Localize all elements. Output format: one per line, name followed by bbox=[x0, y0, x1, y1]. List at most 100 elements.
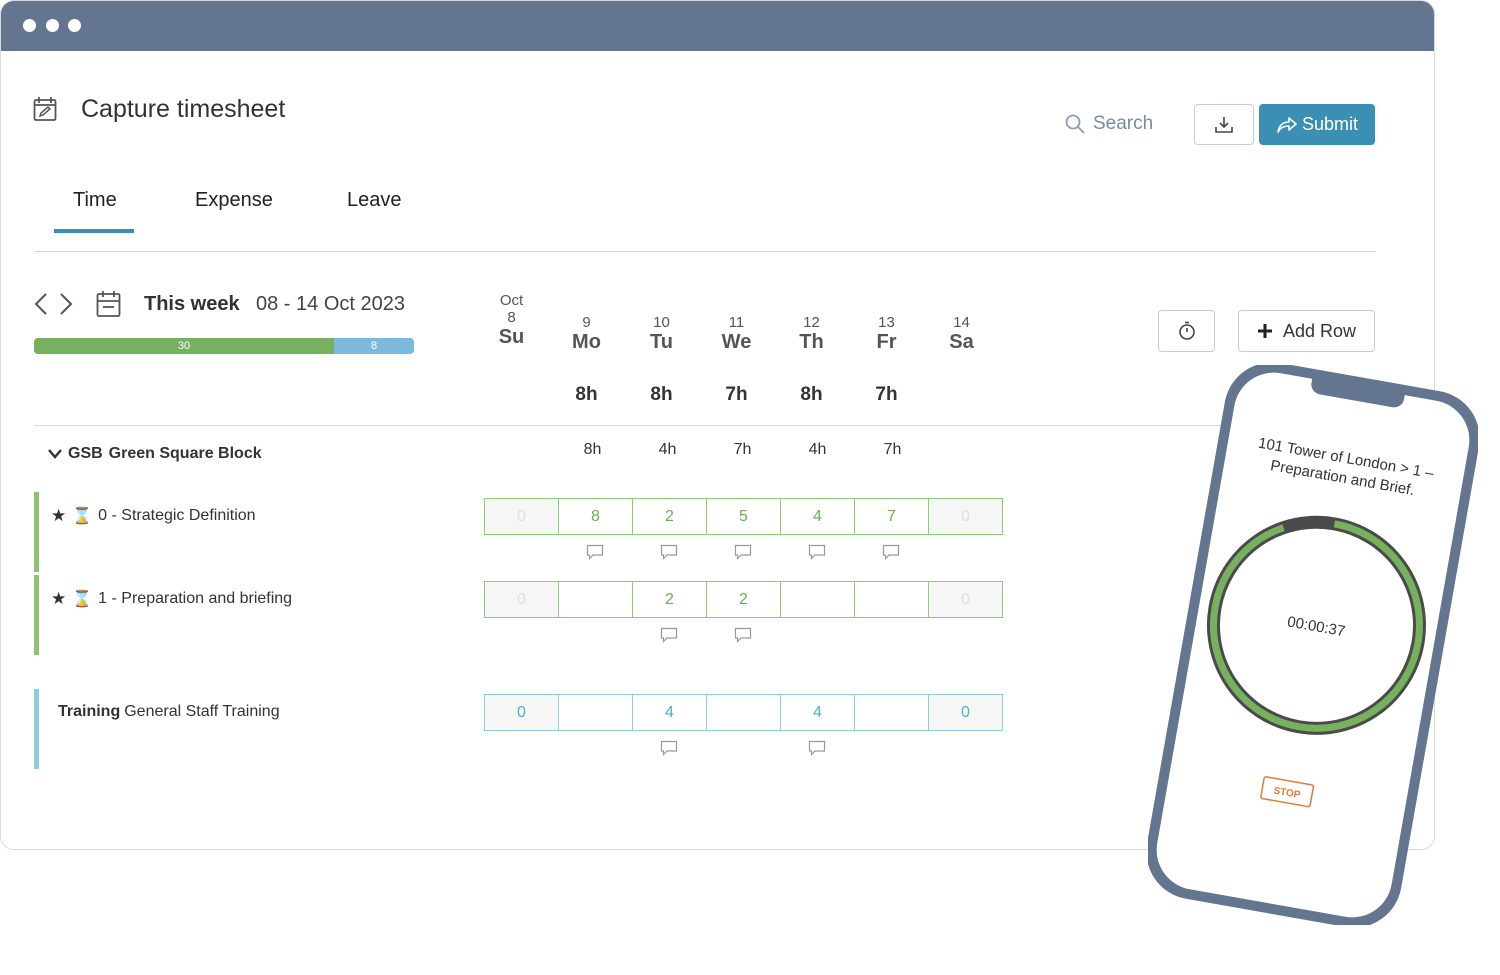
tab-leave[interactable]: Leave bbox=[347, 189, 402, 212]
chevron-right-icon[interactable] bbox=[58, 292, 74, 321]
comment-icon[interactable] bbox=[558, 542, 632, 562]
hours-progress-bar: 30 8 bbox=[34, 338, 414, 354]
window-dot bbox=[23, 19, 36, 32]
download-button[interactable] bbox=[1194, 104, 1254, 145]
time-cell[interactable]: 5 bbox=[706, 498, 781, 535]
day-number: 10 bbox=[653, 314, 670, 331]
group-total: 7h bbox=[883, 441, 902, 458]
group-header[interactable]: GSB Green Square Block bbox=[48, 445, 262, 463]
chevron-left-icon[interactable] bbox=[33, 292, 49, 321]
time-cell[interactable]: 0 bbox=[484, 498, 559, 535]
add-row-label: Add Row bbox=[1282, 320, 1357, 341]
tab-time[interactable]: Time bbox=[73, 189, 117, 212]
training-name: General Staff Training bbox=[124, 703, 280, 720]
time-cell[interactable] bbox=[558, 694, 633, 731]
divider bbox=[34, 251, 1376, 252]
time-cell[interactable]: 0 bbox=[928, 694, 1003, 731]
day-column-fr: 13 Fr bbox=[849, 314, 924, 354]
day-column-we: 11 We bbox=[699, 314, 774, 354]
chevron-down-icon bbox=[48, 449, 62, 459]
time-cell[interactable]: 0 bbox=[484, 694, 559, 731]
star-icon[interactable]: ★ bbox=[51, 506, 66, 526]
comment-icon[interactable] bbox=[706, 542, 780, 562]
day-column-mo: 9 Mo bbox=[549, 314, 624, 354]
stopwatch-icon bbox=[1178, 321, 1195, 340]
time-cell[interactable] bbox=[558, 581, 633, 618]
comment-icon[interactable] bbox=[780, 542, 854, 562]
download-icon bbox=[1215, 116, 1233, 133]
comment-icon[interactable] bbox=[706, 625, 780, 645]
tab-expense[interactable]: Expense bbox=[195, 189, 273, 212]
group-name: Green Square Block bbox=[108, 445, 262, 462]
time-cell[interactable]: 2 bbox=[706, 581, 781, 618]
time-cell[interactable]: 0 bbox=[928, 581, 1003, 618]
page-title: Capture timesheet bbox=[81, 95, 286, 123]
time-entry-grid: 0 8 2 5 4 7 0 bbox=[484, 498, 1003, 535]
day-column-sa: 14 Sa bbox=[924, 314, 999, 354]
day-column-su: Oct 8 Su bbox=[474, 292, 549, 349]
comment-icon[interactable] bbox=[780, 738, 854, 758]
time-cell[interactable]: 2 bbox=[632, 581, 707, 618]
divider bbox=[34, 425, 1234, 426]
time-cell[interactable]: 7 bbox=[854, 498, 929, 535]
group-total: 4h bbox=[658, 441, 677, 458]
day-number: 13 bbox=[878, 314, 895, 331]
day-name: We bbox=[721, 331, 752, 353]
window-dot bbox=[46, 19, 59, 32]
day-total: 7h bbox=[875, 384, 898, 405]
day-name: Sa bbox=[949, 331, 974, 353]
submit-label: Submit bbox=[1301, 114, 1359, 134]
time-cell[interactable] bbox=[706, 694, 781, 731]
day-column-tu: 10 Tu bbox=[624, 314, 699, 354]
time-cell[interactable]: 0 bbox=[484, 581, 559, 618]
row-accent bbox=[34, 689, 39, 769]
time-cell[interactable]: 4 bbox=[632, 694, 707, 731]
day-total: 8h bbox=[575, 384, 598, 405]
comment-icon[interactable] bbox=[632, 625, 706, 645]
group-code: GSB bbox=[68, 445, 103, 462]
time-cell[interactable] bbox=[854, 694, 929, 731]
timesheet-icon bbox=[33, 96, 57, 127]
time-cell[interactable]: 0 bbox=[928, 498, 1003, 535]
day-number: 14 bbox=[953, 314, 970, 331]
time-cell[interactable]: 4 bbox=[780, 694, 855, 731]
star-icon[interactable]: ★ bbox=[51, 589, 66, 609]
week-range: 08 - 14 Oct 2023 bbox=[256, 293, 405, 315]
time-cell[interactable] bbox=[780, 581, 855, 618]
time-cell[interactable]: 4 bbox=[780, 498, 855, 535]
plus-icon bbox=[1257, 324, 1272, 338]
task-row-label: ★ ⌛ 0 - Strategic Definition bbox=[51, 506, 256, 526]
hourglass-icon: ⌛ bbox=[72, 591, 93, 608]
add-row-button[interactable]: Add Row bbox=[1238, 310, 1375, 352]
day-name: Th bbox=[799, 331, 824, 353]
row-accent bbox=[34, 575, 39, 655]
window-dot bbox=[68, 19, 81, 32]
hours-blue-segment: 8 bbox=[334, 338, 414, 354]
calendar-icon[interactable] bbox=[96, 290, 121, 323]
comment-icon[interactable] bbox=[632, 738, 706, 758]
time-cell[interactable]: 8 bbox=[558, 498, 633, 535]
training-category: Training bbox=[58, 703, 121, 720]
timer-button[interactable] bbox=[1158, 310, 1215, 352]
time-cell[interactable] bbox=[854, 581, 929, 618]
day-month: Oct bbox=[499, 292, 524, 309]
submit-button[interactable]: Submit bbox=[1259, 104, 1375, 145]
day-number: 8 bbox=[507, 309, 516, 326]
training-row-label: Training General Staff Training bbox=[58, 703, 280, 721]
group-total: 4h bbox=[808, 441, 827, 458]
comment-icon[interactable] bbox=[854, 542, 928, 562]
day-number: 9 bbox=[582, 314, 591, 331]
time-cell[interactable]: 2 bbox=[632, 498, 707, 535]
task-row-label: ★ ⌛ 1 - Preparation and briefing bbox=[51, 589, 292, 609]
day-name: Mo bbox=[572, 331, 601, 353]
comment-row bbox=[484, 625, 780, 645]
search-icon bbox=[1065, 114, 1085, 134]
comment-row bbox=[484, 738, 854, 758]
comment-icon[interactable] bbox=[632, 542, 706, 562]
time-entry-grid: 0 2 2 0 bbox=[484, 581, 1003, 618]
title-bar bbox=[1, 1, 1434, 51]
day-column-th: 12 Th bbox=[774, 314, 849, 354]
search-field[interactable]: Search bbox=[1065, 113, 1153, 135]
day-number: 12 bbox=[803, 314, 820, 331]
day-name: Tu bbox=[650, 331, 673, 353]
